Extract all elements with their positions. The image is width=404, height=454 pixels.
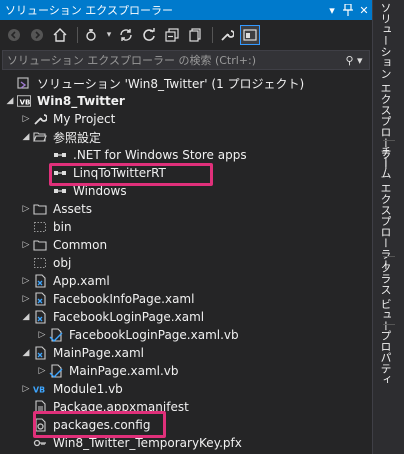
app-xaml-label: App.xaml <box>53 274 110 288</box>
tree-item-facebook-login-vb[interactable]: ▷ FacebookLoginPage.xaml.vb <box>36 326 239 344</box>
preview-selected-items-icon[interactable] <box>240 25 260 45</box>
vb-file-icon: VB <box>32 381 48 397</box>
common-label: Common <box>53 238 108 252</box>
search-icon[interactable]: ⚲ ▾ <box>339 54 369 67</box>
dropdown-arrow-icon[interactable]: ▾ <box>324 2 340 18</box>
tree-item-references[interactable]: ◢ 参照設定 <box>20 128 101 146</box>
folder-icon <box>32 237 48 253</box>
vb-code-file-icon <box>48 327 64 343</box>
expanded-arrow-icon[interactable]: ◢ <box>4 95 16 107</box>
my-project-label: My Project <box>53 112 116 126</box>
back-icon[interactable] <box>4 25 24 45</box>
collapsed-arrow-icon[interactable]: ▷ <box>20 203 32 215</box>
dropdown-arrow-icon[interactable]: ▾ <box>105 25 113 45</box>
tree-item-assets[interactable]: ▷ Assets <box>20 200 93 218</box>
side-tab-bar: ソリューション エクスプローラー チーム エクスプローラー クラス ビュー プロ… <box>372 0 404 454</box>
svg-text:VB: VB <box>20 99 31 107</box>
refresh-icon[interactable] <box>139 25 159 45</box>
tree-item-my-project[interactable]: ▷ My Project <box>20 110 116 128</box>
toolbar: ▾ <box>0 22 372 48</box>
solution-explorer-panel: ソリューション エクスプローラー ▾ ✕ ▾ ソリューション エクスプローラー … <box>0 0 372 454</box>
main-page-vb-label: MainPage.xaml.vb <box>69 364 179 378</box>
bin-label: bin <box>53 220 72 234</box>
title-bar: ソリューション エクスプローラー ▾ ✕ <box>0 0 372 20</box>
xaml-file-icon <box>32 345 48 361</box>
pin-icon[interactable] <box>340 2 356 18</box>
collapsed-arrow-icon[interactable]: ▷ <box>20 239 32 251</box>
tree-item-common[interactable]: ▷ Common <box>20 236 108 254</box>
xaml-file-icon <box>32 309 48 325</box>
folder-icon <box>32 201 48 217</box>
open-folder-icon <box>32 129 48 145</box>
show-all-files-icon[interactable] <box>185 25 205 45</box>
collapsed-arrow-icon[interactable]: ▷ <box>36 329 48 341</box>
sync-with-active-document-icon[interactable] <box>116 25 136 45</box>
home-icon[interactable] <box>50 25 70 45</box>
expanded-arrow-icon[interactable]: ◢ <box>20 311 32 323</box>
expanded-arrow-icon[interactable]: ◢ <box>20 347 32 359</box>
tree-item-solution[interactable]: ソリューション 'Win8_Twitter' (1 プロジェクト) <box>4 74 304 92</box>
solution-icon <box>16 75 32 91</box>
tree-item-app-xaml[interactable]: ▷ App.xaml <box>20 272 110 290</box>
collapsed-arrow-icon[interactable]: ▷ <box>20 293 32 305</box>
properties-wrench-icon[interactable] <box>217 25 237 45</box>
forward-icon[interactable] <box>27 25 47 45</box>
main-page-label: MainPage.xaml <box>53 346 144 360</box>
obj-label: obj <box>53 256 72 270</box>
ref-netcore-label: .NET for Windows Store apps <box>73 148 247 162</box>
collapsed-arrow-icon[interactable]: ▷ <box>20 113 32 125</box>
tree-item-obj[interactable]: obj <box>20 254 71 272</box>
collapse-all-icon[interactable] <box>162 25 182 45</box>
xaml-file-icon <box>32 291 48 307</box>
expanded-arrow-icon[interactable]: ◢ <box>20 131 32 143</box>
hidden-folder-icon <box>32 255 48 271</box>
references-label: 参照設定 <box>53 130 102 145</box>
svg-text:VB: VB <box>33 386 45 395</box>
ref-windows-label: Windows <box>73 184 127 198</box>
tab-separator <box>383 140 395 141</box>
tree-item-ref-netcore[interactable]: .NET for Windows Store apps <box>52 146 247 164</box>
wrench-icon <box>32 111 48 127</box>
vb-project-icon: VB <box>16 93 32 109</box>
solution-label: ソリューション 'Win8_Twitter' (1 プロジェクト) <box>37 76 305 91</box>
assets-label: Assets <box>53 202 93 216</box>
close-icon[interactable]: ✕ <box>356 2 372 18</box>
toolbar-separator <box>77 27 78 43</box>
tree-item-project[interactable]: ◢ VB Win8_Twitter <box>4 92 125 110</box>
tree-item-facebook-login[interactable]: ◢ FacebookLoginPage.xaml <box>20 308 205 326</box>
facebook-login-label: FacebookLoginPage.xaml <box>53 310 205 324</box>
tab-separator <box>383 324 395 325</box>
search-input[interactable] <box>3 52 339 68</box>
module1-label: Module1.vb <box>53 382 123 396</box>
tab-properties[interactable]: プロパティ <box>377 330 393 385</box>
tree-item-main-page-vb[interactable]: ▷ MainPage.xaml.vb <box>36 362 179 380</box>
search-box: ⚲ ▾ <box>2 50 370 70</box>
temp-key-label: Win8_Twitter_TemporaryKey.pfx <box>53 436 242 450</box>
vb-code-file-icon <box>48 363 64 379</box>
collapsed-arrow-icon[interactable]: ▷ <box>36 365 48 377</box>
tab-class-view[interactable]: クラス ビュー <box>377 262 393 332</box>
project-label: Win8_Twitter <box>37 94 125 108</box>
highlight-box <box>33 411 166 438</box>
toolbar-separator <box>212 27 213 43</box>
facebook-info-label: FacebookInfoPage.xaml <box>53 292 195 306</box>
highlight-box <box>49 163 213 186</box>
pending-changes-filter-icon[interactable] <box>82 25 102 45</box>
hidden-folder-icon <box>32 219 48 235</box>
tree-item-bin[interactable]: bin <box>20 218 72 236</box>
xaml-file-icon <box>32 273 48 289</box>
window-title: ソリューション エクスプローラー <box>5 4 173 17</box>
tree-item-module1[interactable]: ▷ VB Module1.vb <box>20 380 123 398</box>
collapsed-arrow-icon[interactable]: ▷ <box>20 275 32 287</box>
tab-separator <box>383 256 395 257</box>
tree-item-main-page[interactable]: ◢ MainPage.xaml <box>20 344 144 362</box>
collapsed-arrow-icon[interactable]: ▷ <box>20 383 32 395</box>
reference-icon <box>52 147 68 163</box>
tree-item-facebook-info[interactable]: ▷ FacebookInfoPage.xaml <box>20 290 195 308</box>
facebook-login-vb-label: FacebookLoginPage.xaml.vb <box>69 328 239 342</box>
tab-team-explorer[interactable]: チーム エクスプローラー <box>377 146 393 271</box>
